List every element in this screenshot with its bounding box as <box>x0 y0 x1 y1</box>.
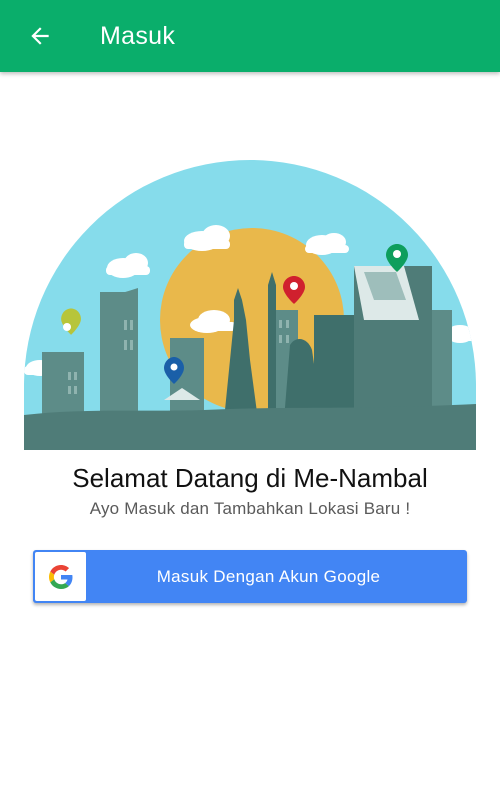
google-sign-in-button[interactable]: Masuk Dengan Akun Google <box>33 550 467 603</box>
google-icon <box>48 564 72 589</box>
login-screen: Masuk Selamat Datang di Me-Nambal Ayo Ma… <box>0 0 500 800</box>
arrow-back-icon <box>31 27 49 45</box>
page-title: Masuk <box>100 21 176 50</box>
google-logo-box <box>35 552 86 601</box>
google-sign-in-label: Masuk Dengan Akun Google <box>156 566 381 586</box>
ground <box>24 404 476 450</box>
city-skyline-illustration <box>24 160 476 450</box>
welcome-title: Selamat Datang di Me-Nambal <box>72 463 428 493</box>
app-bar: Masuk <box>0 0 500 72</box>
welcome-subtitle: Ayo Masuk dan Tambahkan Lokasi Baru ! <box>89 499 411 518</box>
back-button[interactable] <box>12 8 68 64</box>
